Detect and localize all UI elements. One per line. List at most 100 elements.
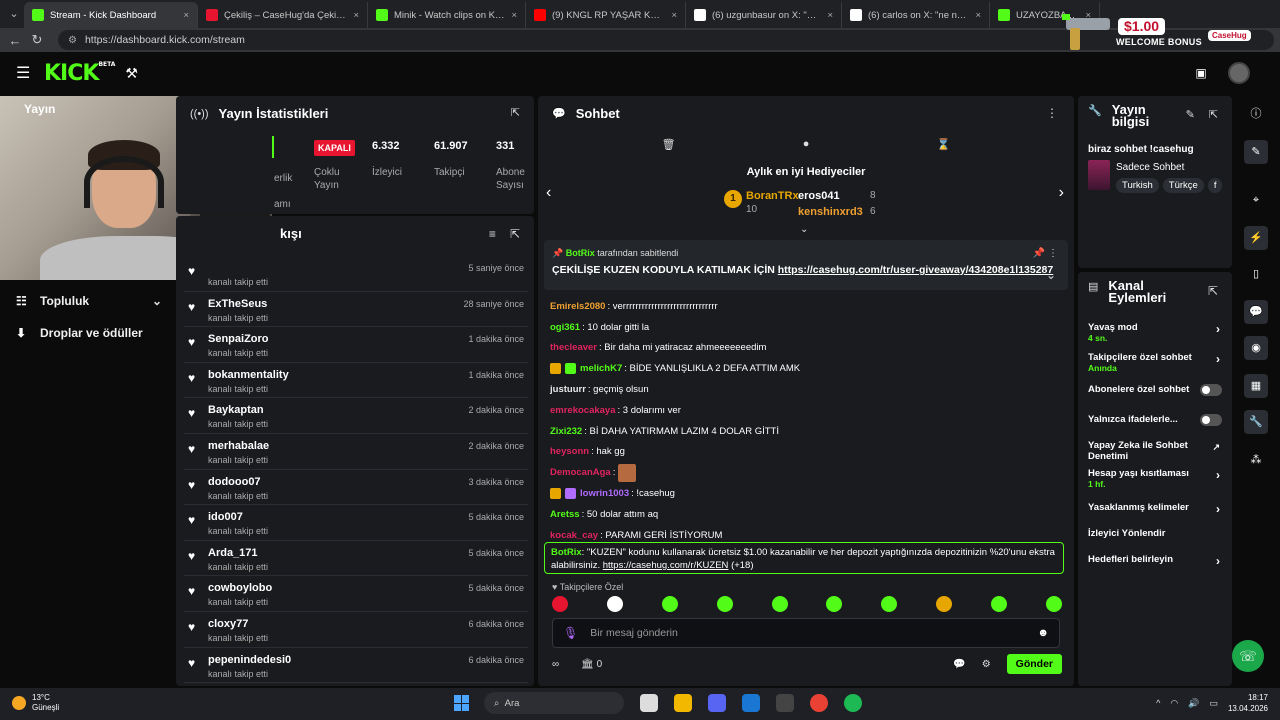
- kebab-menu-icon[interactable]: ⋮: [1046, 106, 1058, 120]
- user-avatar[interactable]: [1228, 62, 1250, 84]
- battery-icon[interactable]: ▭: [1209, 698, 1218, 709]
- channel-action-option[interactable]: Abonelere özel sohbet: [1088, 384, 1222, 396]
- channel-action-option[interactable]: Yavaş mod 4 sn. ›: [1088, 322, 1222, 344]
- wrench-icon[interactable]: 🔧: [1244, 410, 1268, 434]
- stream-tag[interactable]: Turkish: [1116, 178, 1159, 193]
- toggle-switch[interactable]: [1200, 414, 1222, 426]
- back-icon[interactable]: ←: [6, 33, 24, 48]
- activity-user[interactable]: ido007: [208, 511, 243, 523]
- activity-user[interactable]: cloxy77: [208, 618, 248, 630]
- browser-tab[interactable]: Çekiliş – CaseHug'da Çekilişlere K ×: [198, 2, 368, 28]
- activity-user[interactable]: bokanmentality: [208, 369, 289, 381]
- channel-action-option[interactable]: İzleyici Yönlendir: [1088, 528, 1222, 539]
- target-icon[interactable]: ⌖: [1244, 188, 1268, 212]
- channel-action-option[interactable]: Yasaklanmış kelimeler ›: [1088, 502, 1222, 515]
- channel-action-option[interactable]: Yapay Zeka ile Sohbet Denetimi ↗: [1088, 440, 1222, 462]
- edge-icon[interactable]: [742, 694, 760, 712]
- chat-username[interactable]: ogi361: [550, 322, 580, 333]
- pin-icon[interactable]: 📌 ⋮: [1033, 248, 1058, 259]
- chat-message-input[interactable]: [590, 627, 1038, 639]
- chevron-right-icon[interactable]: ›: [1216, 353, 1220, 365]
- chat-username[interactable]: lowrin1003: [580, 488, 629, 499]
- send-button[interactable]: Gönder: [1006, 654, 1062, 674]
- emoji-icon[interactable]: ☻: [1037, 627, 1049, 639]
- chevron-right-icon[interactable]: ›: [1216, 503, 1220, 515]
- popout-icon[interactable]: ⇱: [1208, 284, 1218, 298]
- chat-username[interactable]: heysonn: [550, 446, 589, 457]
- browser-tab[interactable]: Stream - Kick Dashboard ×: [24, 2, 198, 28]
- stream-tag[interactable]: Türkçe: [1162, 178, 1204, 193]
- category-name[interactable]: Sadece Sohbet: [1116, 162, 1184, 173]
- chat-username[interactable]: kocak_cay: [550, 530, 598, 541]
- emote-icon[interactable]: [606, 596, 623, 612]
- bot-user[interactable]: BotRix: [551, 547, 582, 558]
- weather-widget[interactable]: 13°C Güneşli: [12, 693, 59, 713]
- infinity-icon[interactable]: ∞: [552, 659, 559, 670]
- chat-username[interactable]: Zixi232: [550, 426, 582, 437]
- gear-icon[interactable]: ⚙: [982, 659, 991, 670]
- chat-username[interactable]: thecleaver: [550, 342, 597, 353]
- emote-icon[interactable]: [1045, 596, 1062, 612]
- emote-icon[interactable]: [771, 596, 788, 612]
- activity-user[interactable]: Baykaptan: [208, 404, 264, 416]
- emote-icon[interactable]: [936, 596, 953, 612]
- discord-icon[interactable]: [708, 694, 726, 712]
- spotify-icon[interactable]: [844, 694, 862, 712]
- points-display[interactable]: 🏛 0: [581, 659, 602, 670]
- emote-icon[interactable]: [826, 596, 843, 612]
- chevron-left-icon[interactable]: ‹: [546, 184, 551, 202]
- close-icon[interactable]: ×: [353, 10, 359, 21]
- bot-link[interactable]: https://casehug.com/r/KUZEN: [603, 560, 729, 571]
- toggle-switch[interactable]: [1200, 384, 1222, 396]
- chat-bubble-icon[interactable]: 💬: [1244, 300, 1268, 324]
- external-link-icon[interactable]: ↗: [1212, 442, 1220, 453]
- activity-user[interactable]: pepenindedesi0: [208, 654, 291, 666]
- chat-username[interactable]: DemocanAga: [550, 467, 611, 478]
- tray-chevron-icon[interactable]: ^: [1156, 698, 1160, 708]
- task-view-icon[interactable]: [640, 694, 658, 712]
- channel-action-option[interactable]: Hesap yaşı kısıtlaması 1 hf. ›: [1088, 468, 1222, 490]
- chevron-right-icon[interactable]: ›: [1216, 323, 1220, 335]
- browser-tab[interactable]: (6) carlos on X: "ne nova gürkan n ×: [842, 2, 990, 28]
- app-icon[interactable]: [776, 694, 794, 712]
- hourglass-icon[interactable]: ⌛: [937, 138, 951, 151]
- close-icon[interactable]: ×: [671, 10, 677, 21]
- close-icon[interactable]: ×: [511, 10, 517, 21]
- popout-icon[interactable]: ⇱: [1209, 108, 1218, 121]
- system-clock[interactable]: 18:17 13.04.2026: [1228, 692, 1268, 714]
- chat-username[interactable]: melichK7: [580, 363, 622, 374]
- emote-icon[interactable]: [881, 596, 898, 612]
- windows-start-icon[interactable]: [454, 695, 470, 711]
- collapse-icon[interactable]: ⌄: [1046, 268, 1056, 282]
- document-icon[interactable]: ▯: [1244, 262, 1268, 286]
- pinned-by-user[interactable]: BotRix: [566, 248, 595, 258]
- activity-user[interactable]: SenpaiZoro: [208, 333, 269, 345]
- chevron-right-icon[interactable]: ›: [1059, 184, 1064, 202]
- chat-username[interactable]: emrekocakaya: [550, 405, 616, 416]
- gifter-name[interactable]: kenshinxrd3: [798, 206, 863, 218]
- emote-icon[interactable]: [552, 596, 568, 612]
- channel-action-option[interactable]: Yalnızca ifadelerle...: [1088, 414, 1222, 426]
- sidebar-item-drops[interactable]: ⬇ Droplar ve ödüller: [16, 326, 162, 340]
- filter-icon[interactable]: ≡: [489, 227, 496, 241]
- browser-tab[interactable]: (6) uzgunbasur on X: "https://t.co ×: [686, 2, 842, 28]
- chevron-right-icon[interactable]: ›: [1216, 555, 1220, 567]
- gifter-name[interactable]: eros041: [798, 190, 840, 202]
- chat-username[interactable]: Emirels2080: [550, 301, 605, 312]
- stats-icon[interactable]: ▦: [1244, 374, 1268, 398]
- file-explorer-icon[interactable]: [674, 694, 692, 712]
- channel-action-option[interactable]: Hedefleri belirleyin ›: [1088, 554, 1222, 567]
- channel-action-option[interactable]: Takipçilere özel sohbet Anında ›: [1088, 352, 1222, 374]
- site-info-icon[interactable]: ⚙: [68, 35, 77, 46]
- emote-icon[interactable]: [991, 596, 1007, 612]
- chat-username[interactable]: Aretss: [550, 509, 580, 520]
- lightning-icon[interactable]: ⚡: [1244, 226, 1268, 250]
- support-chat-icon[interactable]: ☏: [1232, 640, 1264, 672]
- creator-dashboard-icon[interactable]: ▣: [1192, 64, 1210, 82]
- browser-tab[interactable]: Minik - Watch clips on Kick ×: [368, 2, 526, 28]
- close-icon[interactable]: ×: [975, 10, 981, 21]
- chat-username[interactable]: justuurr: [550, 384, 586, 395]
- microphone-icon[interactable]: 🎙: [563, 626, 578, 640]
- activity-user[interactable]: dodooo07: [208, 476, 261, 488]
- expand-icon[interactable]: ⌄: [800, 224, 808, 235]
